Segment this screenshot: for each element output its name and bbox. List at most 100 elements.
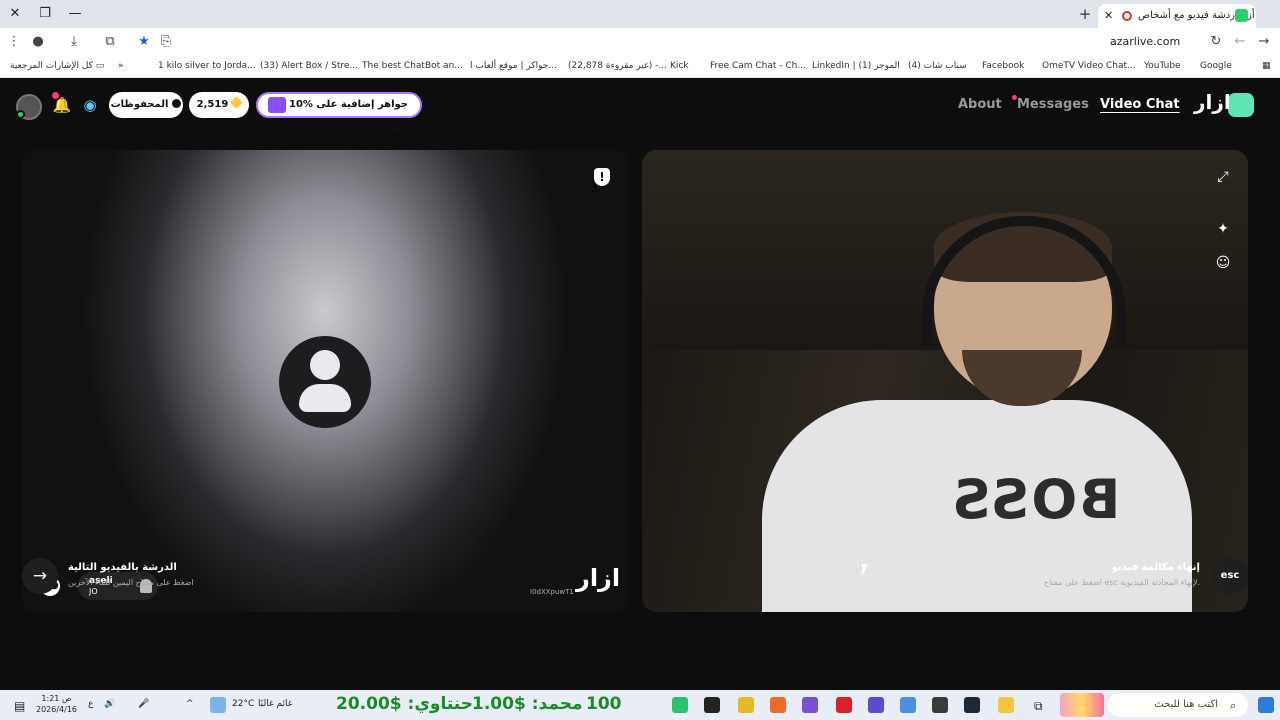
taskbar-app-icon[interactable]: [802, 697, 818, 713]
bookmark-item[interactable]: 1 kilo silver to Jorda...: [158, 61, 256, 71]
menu-icon[interactable]: ⋮: [4, 33, 24, 51]
bookmarks-bar: كل الإشارات المرجعية ▭ » 1 kilo silver t…: [0, 56, 1280, 78]
person-beard: [962, 350, 1082, 406]
end-call-title: إنهاء مكالمة فيديو: [1111, 562, 1200, 573]
browser-title-bar: ✕ ❐ — + ✕ أزاردردشة فيديو مع أشخاص: [0, 0, 1280, 28]
end-call-hint: اضغط على مفتاح esc لإنهاء المحادثة الفيد…: [1043, 578, 1200, 587]
magic-wand-icon[interactable]: ✦: [1214, 220, 1232, 238]
address-bar: ⋮ ● ⤓ ⧉ ★ ⎘ azarlive.com ↻ ← →: [0, 28, 1280, 78]
self-video: BOSS ⤢ ✦ ☺: [642, 150, 1248, 612]
file-explorer-icon[interactable]: [998, 697, 1014, 713]
azar-app: ازار Video Chat Messages About 10% جواهر…: [0, 78, 1280, 690]
weather-icon: [210, 697, 226, 713]
bookmark-item[interactable]: (4) سناب شات: [908, 61, 967, 71]
report-shield-icon[interactable]: !: [594, 168, 610, 186]
recording-icon: [1122, 11, 1132, 21]
tab-close-icon[interactable]: ✕: [1104, 4, 1113, 28]
weather-desc[interactable]: غائم غالبًا: [258, 699, 292, 709]
partner-country: JO: [89, 587, 98, 596]
sticker-icon[interactable]: ☺: [1214, 254, 1232, 272]
bookmark-item[interactable]: Free Cam Chat - Ch...: [710, 61, 806, 71]
taskbar-app-icon[interactable]: [672, 697, 688, 713]
taskbar-app-icon[interactable]: [868, 697, 884, 713]
bookmark-item[interactable]: Kick: [670, 61, 689, 71]
opera-icon[interactable]: [836, 697, 852, 713]
windows-start-icon[interactable]: [1258, 697, 1274, 713]
azar-logo-text[interactable]: ازار: [1194, 90, 1231, 114]
search-highlight-image: [1060, 693, 1104, 717]
video-watermark: ازار: [576, 564, 621, 592]
brave-icon[interactable]: [770, 697, 786, 713]
tab-favicon-icon: [1235, 9, 1248, 22]
bookmark-item[interactable]: YouTube: [1144, 61, 1181, 71]
reload-icon[interactable]: ↻: [1206, 33, 1226, 51]
chevron-icon[interactable]: »: [118, 61, 124, 71]
task-view-icon[interactable]: ⧉: [1034, 699, 1043, 714]
donation-ticker-2: 1.00$ :محمد: [472, 694, 583, 714]
bookmark-item[interactable]: (22,878 غير مقروءة) -...: [568, 61, 667, 71]
clock-time: 1:21 ص: [41, 694, 72, 703]
esc-button[interactable]: esc: [1212, 558, 1248, 594]
bookmarks-all-folder[interactable]: كل الإشارات المرجعية ▭: [10, 61, 104, 71]
fullscreen-icon[interactable]: ⤢: [1214, 168, 1232, 186]
store-icon[interactable]: [900, 697, 916, 713]
bookmark-item[interactable]: The best ChatBot an...: [362, 61, 463, 71]
chrome-icon[interactable]: [738, 697, 754, 713]
close-window-icon[interactable]: ✕: [0, 4, 30, 24]
gift-icon: [268, 97, 286, 113]
gem-icon: [230, 96, 244, 109]
nav-video-chat[interactable]: Video Chat: [1100, 97, 1180, 112]
promo-banner[interactable]: 10% جواهر إضافية على الويب!: [256, 92, 422, 132]
notification-badge: [52, 92, 59, 99]
taskbar-app-icon[interactable]: [704, 697, 720, 713]
gems-count: 2,519: [196, 99, 229, 110]
donation-ticker-3: 100: [586, 694, 622, 714]
profile-avatar-icon[interactable]: ●: [28, 33, 48, 51]
next-arrow-button[interactable]: →: [22, 558, 58, 594]
back-icon[interactable]: →: [1254, 33, 1274, 51]
url-text[interactable]: azarlive.com: [1110, 35, 1180, 48]
steam-icon[interactable]: [964, 697, 980, 713]
download-icon[interactable]: ⤓: [64, 33, 84, 51]
new-tab-button[interactable]: +: [1076, 4, 1094, 24]
bookmark-item[interactable]: Facebook: [982, 61, 1024, 71]
history-icon: [172, 99, 182, 108]
bookmark-item[interactable]: LinkedIn | (1) الموجز: [812, 61, 900, 71]
partner-video: ! ازار I0dXXpuwT1 ●● aseli JO: [22, 150, 628, 612]
system-clock[interactable]: 1:21 ص 2026/4/16: [36, 693, 77, 715]
bookmark-item[interactable]: Google: [1200, 61, 1232, 71]
tray-chevron-icon[interactable]: ^: [186, 699, 194, 709]
gems-button[interactable]: 2,519: [189, 92, 249, 118]
bookmark-item[interactable]: جواكر | موقع ألعاب ا...: [470, 61, 557, 71]
taskbar-app-icon[interactable]: [932, 697, 948, 713]
search-icon: ⌕: [1230, 699, 1237, 712]
shirt-print: BOSS: [950, 468, 1121, 531]
windows-taskbar: ▤ 1:21 ص 2026/4/16 ع 🔊 🎤 ^ 22°C غائم غال…: [0, 690, 1280, 720]
azar-logo-icon[interactable]: [1228, 93, 1254, 117]
bookmark-item[interactable]: (33) Alert Box / Stre...: [260, 61, 358, 71]
bookmark-item[interactable]: OmeTV Video Chat...: [1042, 61, 1136, 71]
nav-about[interactable]: About: [958, 97, 1002, 112]
mic-icon[interactable]: 🎤: [138, 699, 149, 709]
search-input[interactable]: اكتب هنا للبحث: [1108, 693, 1248, 717]
chat-bubble-icon[interactable]: ◉: [80, 95, 100, 115]
restore-window-icon[interactable]: ❐: [30, 4, 60, 24]
nav-messages[interactable]: Messages: [1017, 97, 1089, 112]
speaker-icon[interactable]: 🔊: [104, 699, 115, 709]
install-app-icon[interactable]: ⎘: [156, 33, 176, 51]
donation-ticker-1: 20.00$ :حنتاوي: [336, 694, 473, 714]
online-status-dot: [16, 110, 25, 119]
browser-tab[interactable]: ✕ أزاردردشة فيديو مع أشخاص: [1098, 4, 1256, 28]
language-indicator[interactable]: ع: [88, 699, 93, 709]
bookmark-star-icon[interactable]: ★: [134, 33, 154, 51]
notifications-icon[interactable]: ▤: [14, 699, 25, 713]
apps-grid-icon[interactable]: ▦: [1262, 61, 1271, 71]
saved-button[interactable]: المحفوظات: [109, 92, 183, 118]
extensions-icon[interactable]: ⧉: [100, 33, 120, 51]
mouse-cursor: [862, 564, 868, 576]
forward-icon[interactable]: ←: [1230, 33, 1250, 51]
user-placeholder-icon: [279, 336, 371, 428]
promo-text: 10% جواهر إضافية على الويب!: [288, 99, 408, 132]
minimize-window-icon[interactable]: —: [60, 4, 90, 24]
weather-temp[interactable]: 22°C: [232, 699, 254, 709]
